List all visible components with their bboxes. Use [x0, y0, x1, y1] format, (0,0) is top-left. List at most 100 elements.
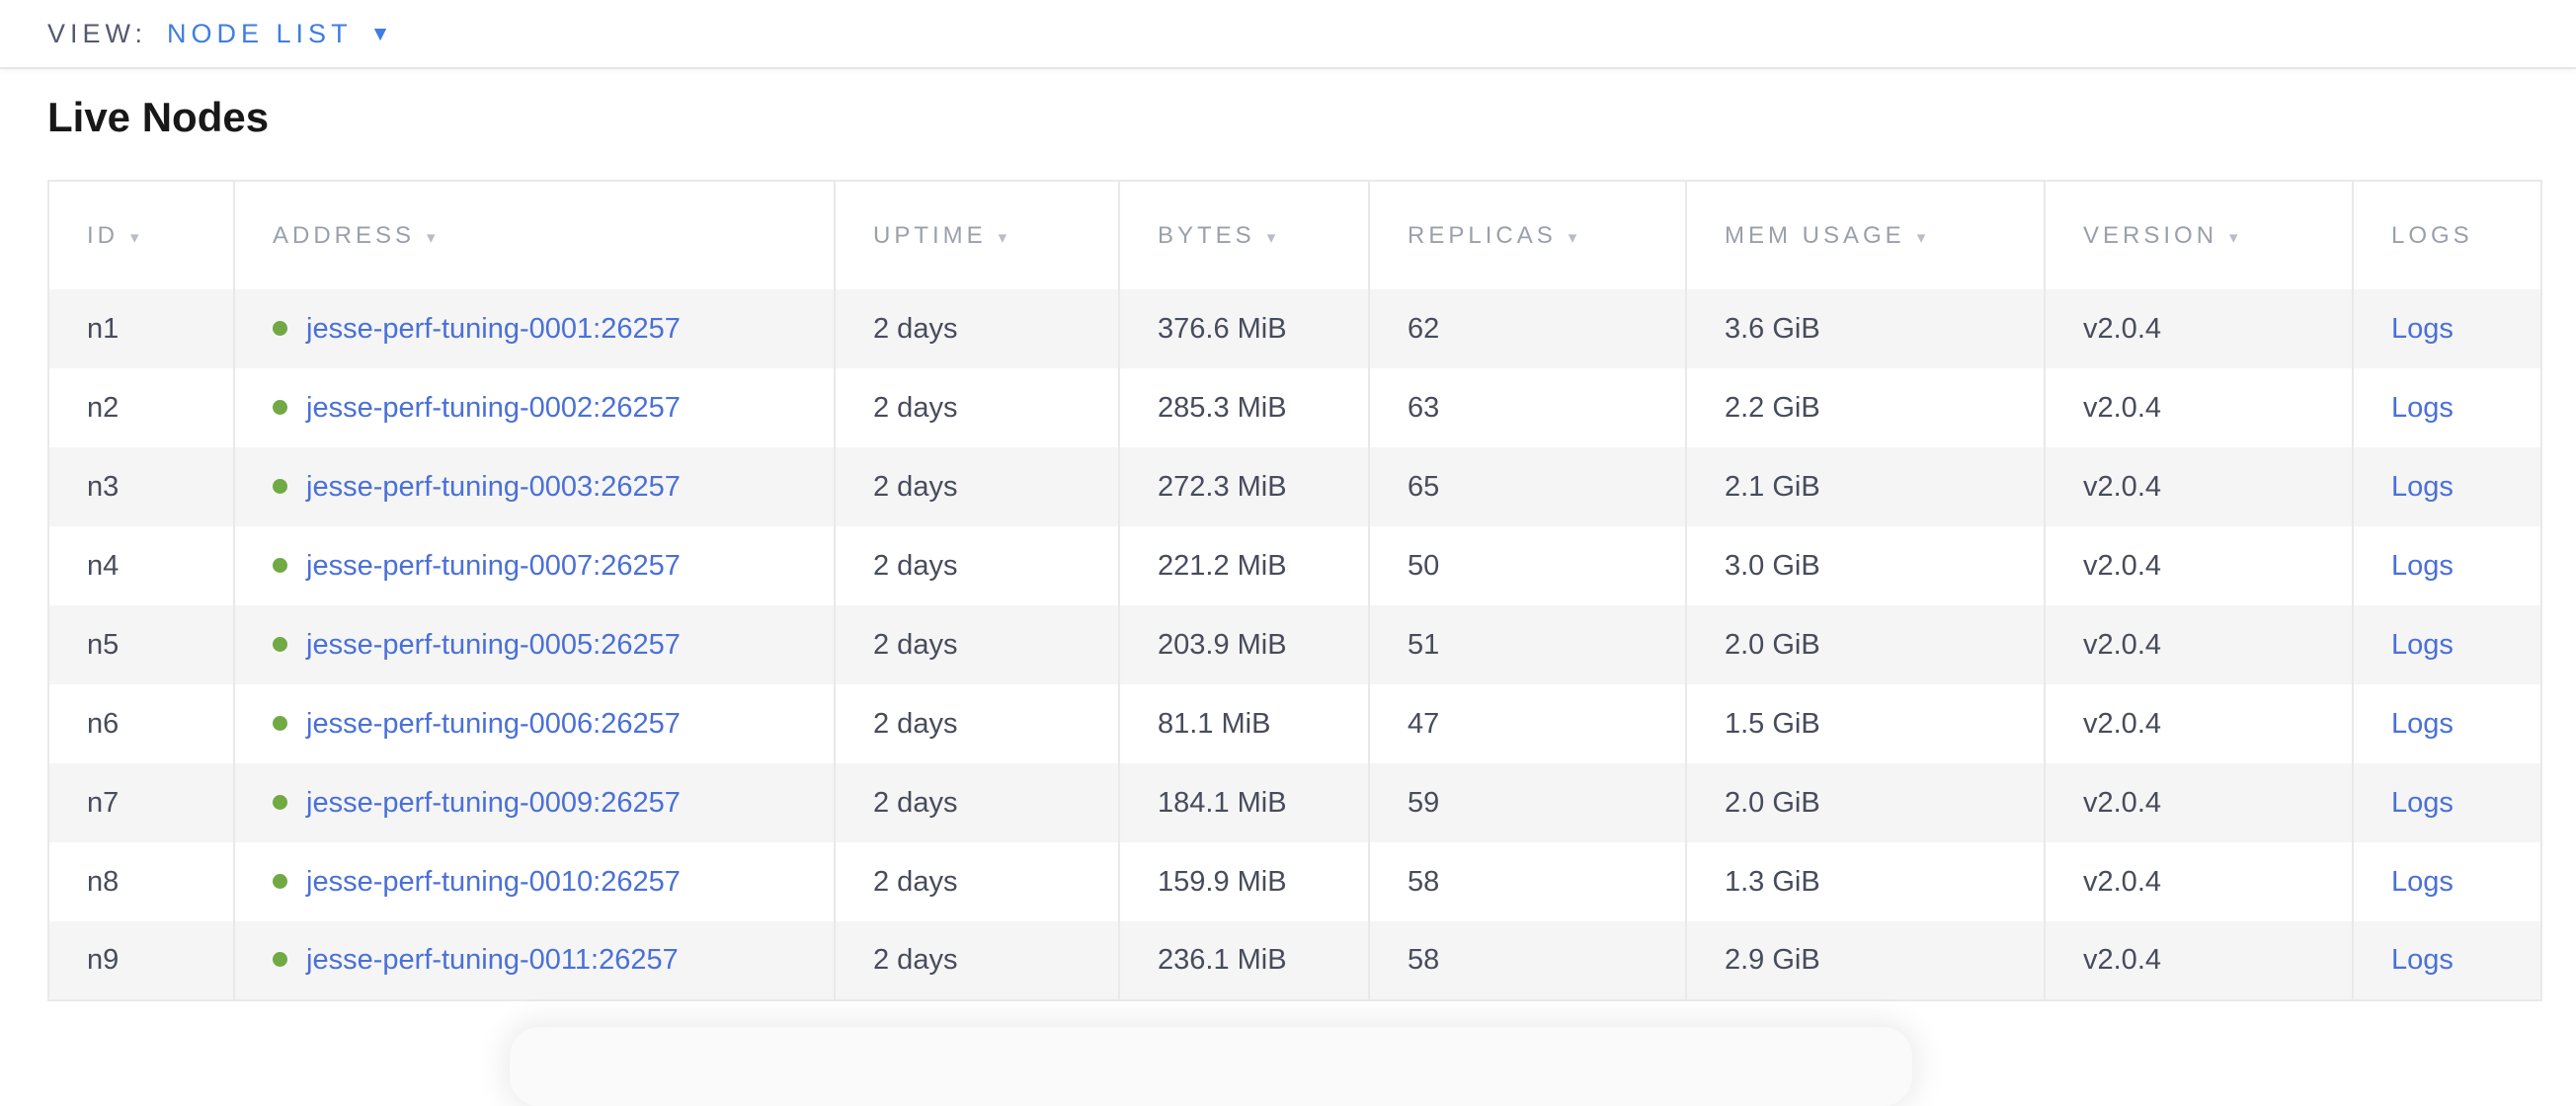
sort-caret-icon: ▾	[2229, 228, 2238, 247]
node-mem-usage: 2.2 GiB	[1686, 368, 2045, 447]
logs-link[interactable]: Logs	[2391, 787, 2454, 819]
node-address-cell: jesse-perf-tuning-0005:26257	[234, 605, 835, 684]
logs-link[interactable]: Logs	[2391, 708, 2454, 740]
logs-link[interactable]: Logs	[2391, 550, 2454, 582]
address-link[interactable]: jesse-perf-tuning-0011:26257	[306, 944, 679, 976]
node-uptime: 2 days	[835, 289, 1119, 368]
logs-link[interactable]: Logs	[2391, 629, 2454, 661]
node-replicas: 59	[1369, 763, 1686, 842]
node-uptime: 2 days	[835, 684, 1119, 763]
logs-link[interactable]: Logs	[2391, 944, 2454, 976]
live-status-icon	[273, 637, 287, 652]
node-bytes: 221.2 MiB	[1119, 526, 1369, 605]
table-row: n6jesse-perf-tuning-0006:262572 days81.1…	[48, 684, 2541, 763]
logs-link[interactable]: Logs	[2391, 392, 2454, 424]
node-version: v2.0.4	[2045, 289, 2353, 368]
column-header-id[interactable]: ID ▾	[48, 181, 234, 289]
node-uptime: 2 days	[835, 842, 1119, 921]
table-row: n8 jesse-perf-tuning-0010:26257 2 days159.…	[48, 842, 2541, 921]
node-mem-usage: 2.1 GiB	[1686, 447, 2045, 526]
node-address-cell: jesse-perf-tuning-0003:26257	[234, 447, 835, 526]
column-header-uptime[interactable]: UPTIME ▾	[835, 181, 1119, 289]
node-version: v2.0.4	[2045, 368, 2353, 447]
node-bytes: 159.9 MiB	[1119, 842, 1369, 921]
view-dropdown-value: NODE LIST	[167, 19, 353, 49]
address-link[interactable]: jesse-perf-tuning-0001:26257	[306, 313, 681, 345]
node-version: v2.0.4	[2045, 605, 2353, 684]
node-uptime: 2 days	[835, 605, 1119, 684]
address-link[interactable]: jesse-perf-tuning-0007:26257	[306, 550, 681, 582]
node-mem-usage: 1.3 GiB	[1686, 842, 2045, 921]
sort-caret-icon: ▾	[1917, 228, 1926, 247]
node-id: n3	[48, 447, 234, 526]
address-link[interactable]: jesse-perf-tuning-0002:26257	[306, 392, 681, 424]
column-header-replicas[interactable]: REPLICAS ▾	[1369, 181, 1686, 289]
table-row: n4 jesse-perf-tuning-0007:26257 2 days221.…	[48, 526, 2541, 605]
column-header-logs: LOGS	[2353, 181, 2541, 289]
node-id: n4	[48, 526, 234, 605]
column-header-mem[interactable]: MEM USAGE ▾	[1686, 181, 2045, 289]
sort-caret-icon: ▾	[130, 228, 139, 247]
table-row: n5 jesse-perf-tuning-0005:26257 2 days203.…	[48, 605, 2541, 684]
node-address-cell: jesse-perf-tuning-0009:26257	[234, 763, 835, 842]
sort-caret-icon: ▾	[999, 228, 1007, 247]
node-replicas: 47	[1369, 684, 1686, 763]
node-logs-cell: Logs	[2353, 842, 2541, 921]
column-header-label: ADDRESS	[273, 222, 415, 249]
node-uptime: 2 days	[835, 526, 1119, 605]
logs-link[interactable]: Logs	[2391, 471, 2454, 503]
node-bytes: 203.9 MiB	[1119, 605, 1369, 684]
table-row: n7jesse-perf-tuning-0009:262572 days184.…	[48, 763, 2541, 842]
node-replicas: 58	[1369, 842, 1686, 921]
node-logs-cell: Logs	[2353, 684, 2541, 763]
node-replicas: 63	[1369, 368, 1686, 447]
node-replicas: 58	[1369, 921, 1686, 1000]
node-logs-cell: Logs	[2353, 447, 2541, 526]
table-row: n2jesse-perf-tuning-0002:262572 days285.…	[48, 368, 2541, 447]
column-header-version[interactable]: VERSION ▾	[2045, 181, 2353, 289]
sort-caret-icon: ▾	[1569, 228, 1577, 247]
column-header-label: REPLICAS	[1408, 222, 1557, 249]
node-bytes: 285.3 MiB	[1119, 368, 1369, 447]
address-link[interactable]: jesse-perf-tuning-0006:26257	[306, 708, 681, 740]
node-mem-usage: 2.0 GiB	[1686, 763, 2045, 842]
node-id: n9	[48, 921, 234, 1000]
address-link[interactable]: jesse-perf-tuning-0003:26257	[306, 471, 681, 503]
node-id: n8	[48, 842, 234, 921]
address-link[interactable]: jesse-perf-tuning-0005:26257	[306, 629, 681, 661]
address-link[interactable]: jesse-perf-tuning-0010:26257	[306, 866, 681, 898]
node-bytes: 236.1 MiB	[1119, 921, 1369, 1000]
node-logs-cell: Logs	[2353, 526, 2541, 605]
column-header-bytes[interactable]: BYTES▾	[1119, 181, 1369, 289]
node-version: v2.0.4	[2045, 447, 2353, 526]
live-status-icon	[273, 558, 287, 573]
node-logs-cell: Logs	[2353, 605, 2541, 684]
node-logs-cell: Logs	[2353, 368, 2541, 447]
column-header-address[interactable]: ADDRESS▾	[234, 181, 835, 289]
column-header-label: MEM USAGE	[1725, 222, 1905, 249]
column-header-label: UPTIME	[873, 222, 987, 249]
view-selector-bar: VIEW: NODE LIST ▼	[0, 0, 2576, 69]
logs-link[interactable]: Logs	[2391, 313, 2454, 345]
node-address-cell: jesse-perf-tuning-0002:26257	[234, 368, 835, 447]
node-logs-cell: Logs	[2353, 921, 2541, 1000]
table-header-row: ID▾ADDRESS▾UPTIME▾BYTES▾REPLICAS▾MEM USA…	[48, 181, 2541, 289]
node-bytes: 376.6 MiB	[1119, 289, 1369, 368]
column-header-label: LOGS	[2391, 222, 2473, 249]
live-status-icon	[273, 952, 287, 967]
live-status-icon	[273, 321, 287, 336]
column-header-label: BYTES	[1158, 222, 1255, 249]
node-address-cell: jesse-perf-tuning-0006:26257	[234, 684, 835, 763]
node-id: n5	[48, 605, 234, 684]
view-label: VIEW:	[47, 19, 147, 49]
column-header-label: VERSION	[2083, 222, 2217, 249]
logs-link[interactable]: Logs	[2391, 866, 2454, 898]
address-link[interactable]: jesse-perf-tuning-0009:26257	[306, 787, 681, 819]
node-uptime: 2 days	[835, 763, 1119, 842]
node-logs-cell: Logs	[2353, 289, 2541, 368]
view-dropdown[interactable]: NODE LIST ▼	[167, 19, 390, 49]
column-header-label: ID	[87, 222, 119, 249]
node-version: v2.0.4	[2045, 842, 2353, 921]
next-panel-shadow	[510, 1027, 1912, 1106]
node-mem-usage: 2.9 GiB	[1686, 921, 2045, 1000]
